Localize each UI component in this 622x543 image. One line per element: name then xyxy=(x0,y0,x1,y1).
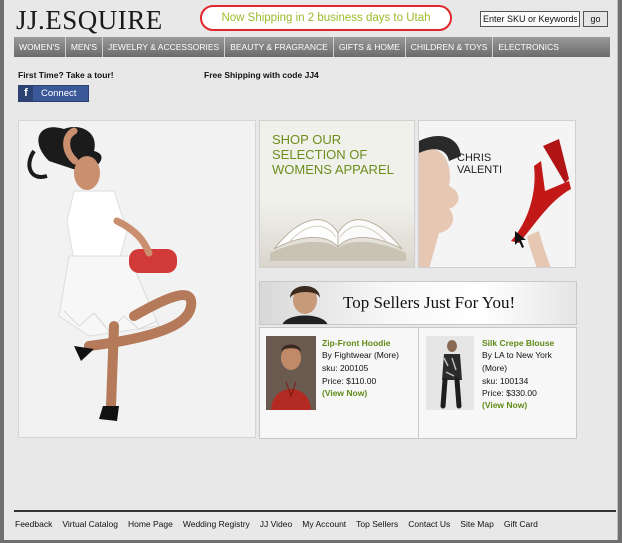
nav-item-mens[interactable]: MEN'S xyxy=(66,37,104,57)
footer-link-contact-us[interactable]: Contact Us xyxy=(408,519,450,529)
footer-link-site-map[interactable]: Site Map xyxy=(460,519,494,529)
footer-link-feedback[interactable]: Feedback xyxy=(15,519,52,529)
footer-link-top-sellers[interactable]: Top Sellers xyxy=(356,519,398,529)
free-shipping-note: Free Shipping with code JJ4 xyxy=(204,70,319,80)
nav-item-electronics[interactable]: ELECTRONICS xyxy=(493,37,563,57)
search-go-button[interactable]: go xyxy=(583,11,608,27)
nav-item-children-toys[interactable]: CHILDREN & TOYS xyxy=(406,37,494,57)
site-logo[interactable]: JJ.ESQUIRE xyxy=(16,5,163,36)
facebook-connect-label: Connect xyxy=(41,88,77,99)
womens-apparel-promo-tile[interactable]: SHOP OUR SELECTION OF WOMENS APPAREL xyxy=(259,120,415,268)
nav-item-beauty-fragrance[interactable]: BEAUTY & FRAGRANCE xyxy=(225,37,334,57)
chris-valenti-promo-tile[interactable]: CHRIS VALENTI xyxy=(418,120,576,268)
product-sku: sku: 100134 xyxy=(482,376,529,386)
search-input[interactable] xyxy=(480,11,580,27)
footer-link-virtual-catalog[interactable]: Virtual Catalog xyxy=(62,519,118,529)
view-now-link[interactable]: (View Now) xyxy=(322,388,367,398)
product-more-link[interactable]: (More) xyxy=(482,363,507,373)
top-sellers-banner: Top Sellers Just For You! xyxy=(259,281,577,325)
footer-link-gift-card[interactable]: Gift Card xyxy=(504,519,538,529)
hero-model-illustration xyxy=(19,121,255,437)
product-image-hoodie[interactable] xyxy=(266,336,316,410)
footer-link-jj-video[interactable]: JJ Video xyxy=(260,519,292,529)
nav-item-jewelry-accessories[interactable]: JEWELRY & ACCESSORIES xyxy=(103,37,226,57)
open-book-illustration xyxy=(270,219,406,261)
chris-valenti-label: CHRIS VALENTI xyxy=(457,152,503,176)
shipping-promo-banner[interactable]: Now Shipping in 2 business days to Utah xyxy=(200,5,452,31)
footer-link-my-account[interactable]: My Account xyxy=(302,519,346,529)
top-sellers-portrait xyxy=(282,286,328,324)
facebook-connect-button[interactable]: f Connect xyxy=(18,85,89,102)
page-frame: JJ.ESQUIRE Now Shipping in 2 business da… xyxy=(4,0,618,540)
nav-item-gifts-home[interactable]: GIFTS & HOME xyxy=(334,37,406,57)
view-now-link[interactable]: (View Now) xyxy=(482,400,527,410)
footer-link-home-page[interactable]: Home Page xyxy=(128,519,173,529)
blouse-model-illustration xyxy=(426,336,474,410)
product-name-link[interactable]: Zip-Front Hoodie xyxy=(322,338,390,348)
take-tour-link[interactable]: First Time? Take a tour! xyxy=(18,70,114,80)
product-sku: sku: 200105 xyxy=(322,363,369,373)
category-nav: WOMEN'S MEN'S JEWELRY & ACCESSORIES BEAU… xyxy=(14,37,610,57)
product-name-link[interactable]: Silk Crepe Blouse xyxy=(482,338,554,348)
product-price: Price: $330.00 xyxy=(482,388,537,398)
hoodie-model-illustration xyxy=(266,336,316,410)
chris-valenti-illustration xyxy=(419,121,575,267)
product-image-blouse[interactable] xyxy=(426,336,474,410)
facebook-icon: f xyxy=(19,86,33,101)
footer-divider xyxy=(14,510,616,512)
footer-links: Feedback Virtual Catalog Home Page Weddi… xyxy=(15,519,538,529)
product-brand[interactable]: By Fightwear (More) xyxy=(322,350,399,360)
top-sellers-products: Zip-Front Hoodie By Fightwear (More) sku… xyxy=(259,327,577,439)
product-divider xyxy=(418,328,419,438)
product-brand[interactable]: By LA to New York xyxy=(482,350,552,360)
footer-link-wedding-registry[interactable]: Wedding Registry xyxy=(183,519,250,529)
top-sellers-title: Top Sellers Just For You! xyxy=(343,293,516,312)
nav-item-womens[interactable]: WOMEN'S xyxy=(14,37,66,57)
product-price: Price: $110.00 xyxy=(322,376,377,386)
hero-model-image[interactable] xyxy=(18,120,256,438)
